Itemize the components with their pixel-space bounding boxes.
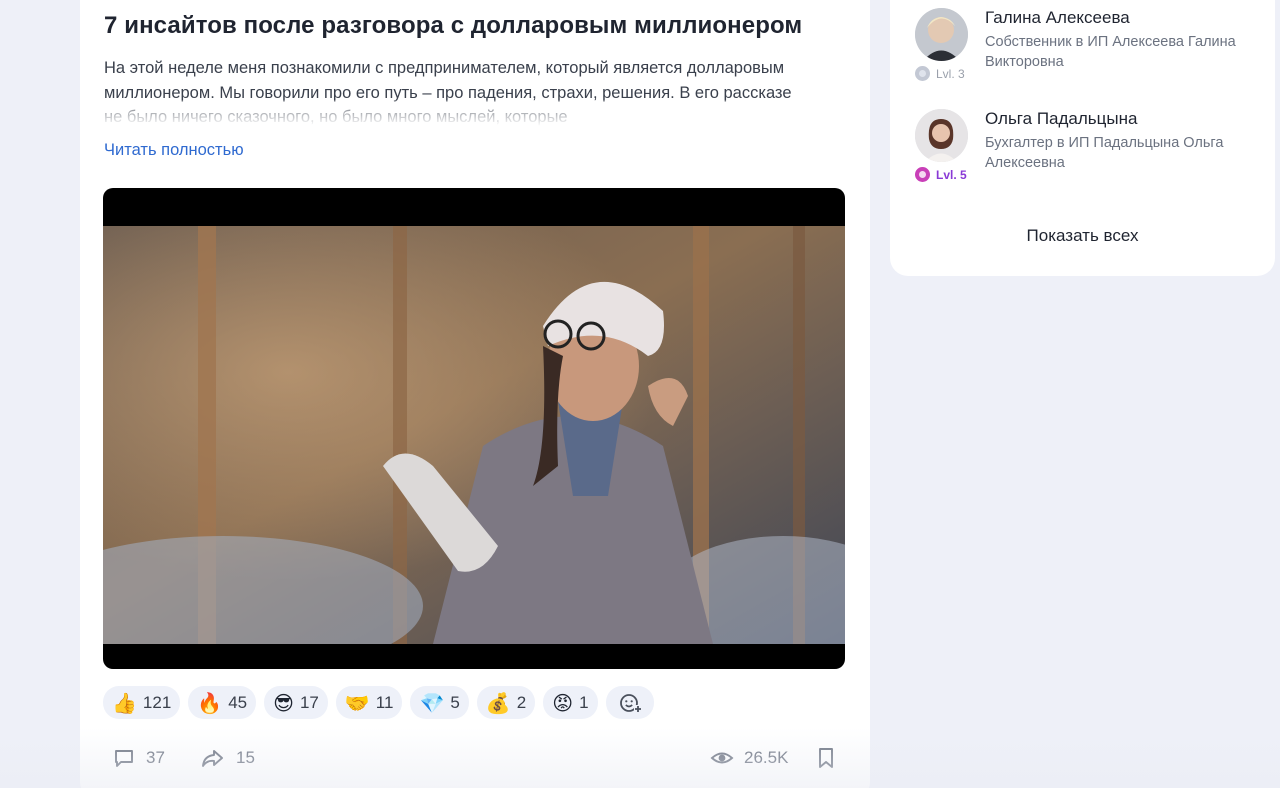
reaction-count: 1	[579, 692, 589, 712]
comments-count: 37	[146, 748, 165, 767]
comments-button[interactable]: 37	[112, 746, 165, 770]
level-label: Lvl. 3	[936, 66, 965, 81]
level-badge: Lvl. 3	[915, 66, 965, 81]
avatar-image	[915, 8, 968, 61]
post-excerpt: На этой неделе меня познакомили с предпр…	[104, 56, 804, 126]
views-count: 26.5K	[744, 748, 789, 767]
reaction-handshake[interactable]: 🤝 11	[335, 686, 403, 719]
avatar[interactable]	[915, 109, 968, 162]
reaction-count: 2	[516, 692, 527, 712]
reaction-sunglasses[interactable]: 😎 17	[264, 686, 328, 719]
reaction-count: 45	[228, 692, 248, 712]
reaction-count: 17	[299, 692, 319, 712]
comment-icon	[115, 750, 133, 767]
angry-face-icon: 😡	[552, 690, 574, 715]
reaction-count: 5	[450, 692, 460, 712]
diamond-icon: 💎	[419, 690, 445, 715]
post-footer: 37 15 26.5K	[80, 730, 870, 788]
level-icon	[915, 66, 930, 81]
person-role: Бухгалтер в ИП Падальцына Ольга Алексеев…	[985, 135, 1224, 171]
level-icon	[915, 167, 930, 182]
avatar-image	[915, 109, 968, 162]
eye-icon	[710, 752, 734, 764]
reaction-diamond[interactable]: 💎 5	[410, 686, 469, 719]
fire-icon: 🔥	[197, 690, 223, 715]
sunglasses-face-icon: 😎	[273, 690, 294, 715]
shares-count: 15	[236, 748, 255, 767]
level-badge: Lvl. 5	[915, 167, 967, 182]
reaction-count: 11	[375, 692, 394, 712]
views-counter: 26.5K	[710, 746, 788, 770]
reaction-money-bag[interactable]: 💰 2	[476, 686, 536, 719]
bookmark-button[interactable]	[816, 746, 836, 775]
person-name[interactable]: Ольга Падальцына	[985, 109, 1137, 129]
add-reaction-button[interactable]	[605, 686, 654, 719]
avatar[interactable]	[915, 8, 968, 61]
reactions-bar: 👍 121 🔥 45 😎 17 🤝 11 💎 5 💰 2 😡 1	[103, 686, 654, 719]
person-role: Собственник в ИП Алексеева Галина Виктор…	[985, 34, 1236, 70]
reaction-count: 121	[142, 692, 172, 712]
person-name[interactable]: Галина Алексеева	[985, 8, 1130, 28]
post-title[interactable]: 7 инсайтов после разговора с долларовым …	[104, 12, 844, 40]
reaction-angry[interactable]: 😡 1	[543, 686, 598, 719]
share-icon	[202, 750, 223, 767]
video-player[interactable]	[103, 188, 845, 669]
bookmark-icon	[819, 748, 833, 768]
read-more-link[interactable]: Читать полностью	[104, 141, 244, 160]
level-label: Lvl. 5	[936, 167, 967, 182]
reaction-fire[interactable]: 🔥 45	[188, 686, 257, 719]
add-emoji-icon	[619, 693, 642, 713]
handshake-icon: 🤝	[344, 690, 370, 715]
show-all-button[interactable]: Показать всех	[890, 226, 1275, 246]
share-button[interactable]: 15	[200, 746, 255, 770]
money-bag-icon: 💰	[485, 690, 511, 715]
thumbs-up-icon: 👍	[112, 690, 137, 715]
video-frame	[103, 226, 845, 644]
reaction-thumbs-up[interactable]: 👍 121	[103, 686, 181, 719]
